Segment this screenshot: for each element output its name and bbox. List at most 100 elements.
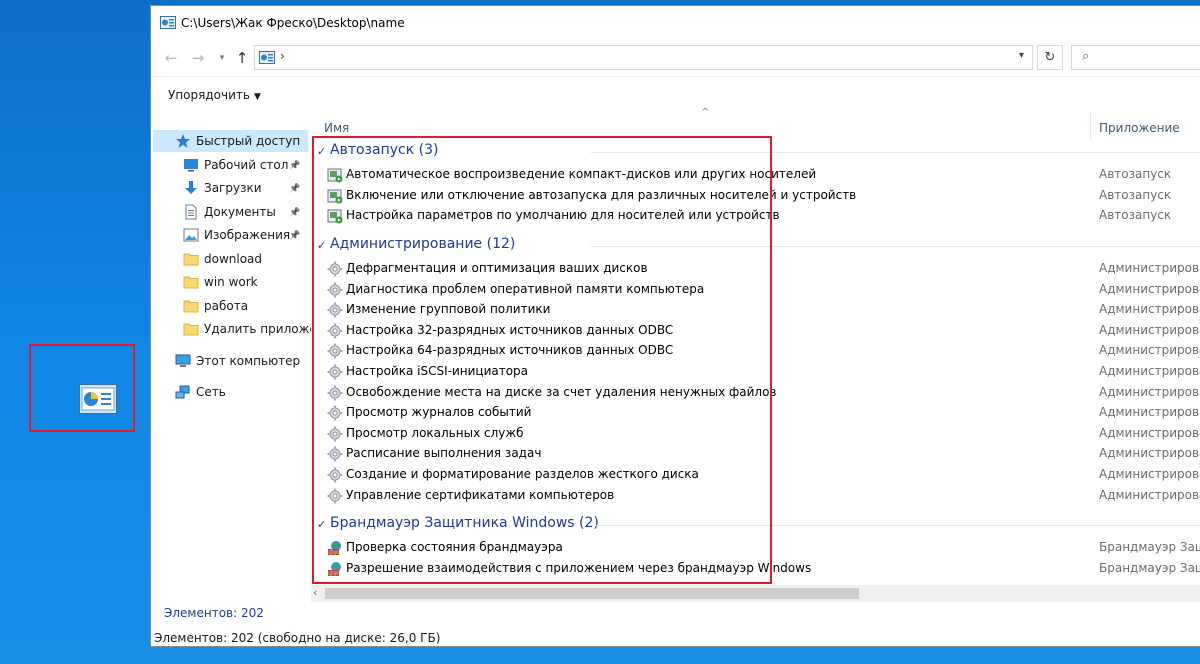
- nav-item-label: Сеть: [196, 385, 226, 399]
- group-header[interactable]: ✓ Администрирование (12): [311, 235, 1200, 259]
- status-text: Элементов: 202 (свободно на диске: 26,0 …: [154, 631, 441, 645]
- list-item[interactable]: Включение или отключение автозапуска для…: [311, 186, 1200, 206]
- nav-item[interactable]: download: [151, 248, 311, 270]
- desktop-icon: [183, 157, 199, 173]
- address-bar[interactable]: › ▾: [254, 45, 1033, 70]
- item-app: Автозапуск: [1099, 187, 1172, 202]
- organize-button[interactable]: Упорядочить ▼: [168, 88, 261, 102]
- column-divider[interactable]: [1090, 113, 1091, 139]
- nav-item[interactable]: Документы 📌: [151, 201, 311, 223]
- column-headers: ^ Имя Приложение: [311, 107, 1200, 140]
- admin-tools-icon: [327, 282, 343, 298]
- pin-icon[interactable]: 📌: [289, 202, 300, 223]
- admin-tools-icon: [327, 261, 343, 277]
- column-header-name[interactable]: Имя: [324, 121, 349, 135]
- item-name: Настройка 64-разрядных источников данных…: [346, 343, 674, 358]
- recent-chevron-icon[interactable]: ▾: [213, 49, 231, 67]
- item-name: Просмотр локальных служб: [346, 425, 524, 440]
- list-item[interactable]: Освобождение места на диске за счет удал…: [311, 383, 1200, 403]
- scrollbar-thumb[interactable]: [325, 588, 859, 599]
- pin-icon[interactable]: 📌: [289, 178, 300, 199]
- refresh-button[interactable]: ↻: [1037, 45, 1063, 70]
- item-app: Автозапуск: [1099, 167, 1172, 181]
- item-name: Настройка 32-разрядных источников данных…: [346, 322, 674, 337]
- folder-icon: [183, 321, 199, 337]
- list-item[interactable]: Просмотр локальных служб Администрировани…: [311, 424, 1200, 444]
- scroll-left-icon[interactable]: ‹: [313, 586, 317, 599]
- list-item[interactable]: Дефрагментация и оптимизация ваших диско…: [311, 259, 1200, 279]
- list-item[interactable]: Настройка параметров по умолчанию для но…: [311, 206, 1200, 226]
- list-item[interactable]: Настройка iSCSI-инициатора Администрирова…: [311, 362, 1200, 382]
- back-arrow-icon[interactable]: ←: [162, 49, 180, 67]
- admin-tools-icon: [327, 467, 343, 483]
- god-mode-folder-icon[interactable]: [79, 384, 117, 414]
- list-item[interactable]: Диагностика проблем оперативной памяти к…: [311, 280, 1200, 300]
- list-item[interactable]: Разрешение взаимодействия с приложением …: [311, 559, 1200, 579]
- item-name: Разрешение взаимодействия с приложением …: [346, 560, 812, 575]
- item-name: Управление сертификатами компьютеров: [346, 487, 615, 502]
- address-dropdown-icon[interactable]: ▾: [1019, 50, 1024, 61]
- group-divider: [591, 525, 1200, 526]
- chevron-down-icon: ▼: [253, 92, 261, 102]
- list-item[interactable]: Автоматическое воспроизведение компакт-д…: [311, 165, 1200, 185]
- search-icon: ⌕: [1082, 49, 1090, 64]
- item-name: Просмотр журналов событий: [346, 405, 532, 420]
- item-app: Администрирование: [1099, 261, 1200, 275]
- item-count: Элементов: 202: [164, 606, 264, 620]
- nav-item-label: Этот компьютер: [196, 354, 301, 368]
- item-name: Автоматическое воспроизведение компакт-д…: [346, 167, 817, 181]
- status-bar: Элементов: 202 (свободно на диске: 26,0 …: [151, 628, 1200, 646]
- nav-item[interactable]: Загрузки 📌: [151, 177, 311, 199]
- group-header[interactable]: ✓ Брандмауэр Защитника Windows (2): [311, 514, 1200, 538]
- nav-item[interactable]: Этот компьютер: [151, 350, 311, 372]
- group-header[interactable]: ✓ Автозапуск (3): [311, 141, 1200, 165]
- nav-item[interactable]: Быстрый доступ: [153, 130, 308, 152]
- window-title: C:\Users\Жак Фреско\Desktop\name: [181, 16, 405, 30]
- list-item[interactable]: Просмотр журналов событий Администрирован…: [311, 403, 1200, 423]
- list-item[interactable]: Проверка состояния брандмауэра Брандмауэр…: [311, 538, 1200, 558]
- item-name: Настройка параметров по умолчанию для но…: [346, 208, 780, 223]
- nav-item[interactable]: Изображения 📌: [151, 224, 311, 246]
- search-input[interactable]: ⌕: [1071, 45, 1200, 70]
- chevron-down-icon[interactable]: ✓: [317, 518, 326, 531]
- folder-icon: [183, 251, 199, 267]
- document-icon: [183, 204, 199, 220]
- list-item[interactable]: Изменение групповой политики Администриро…: [311, 300, 1200, 320]
- pin-icon[interactable]: 📌: [289, 225, 300, 246]
- item-app: Администрирование: [1099, 425, 1200, 440]
- chevron-down-icon[interactable]: ✓: [317, 145, 326, 158]
- column-header-app[interactable]: Приложение: [1099, 121, 1180, 135]
- group-title: Брандмауэр Защитника Windows (2): [330, 515, 599, 531]
- nav-item[interactable]: Рабочий стол 📌: [151, 154, 311, 176]
- nav-item[interactable]: работа: [151, 295, 311, 317]
- nav-item[interactable]: Удалить приложен: [151, 318, 311, 340]
- network-icon: [175, 384, 191, 400]
- list-item[interactable]: Настройка 32-разрядных источников данных…: [311, 321, 1200, 341]
- admin-tools-icon: [327, 364, 343, 380]
- list-item[interactable]: Расписание выполнения задач Администриров…: [311, 444, 1200, 464]
- admin-tools-icon: [327, 446, 343, 462]
- address-chevron-icon[interactable]: ›: [280, 49, 285, 63]
- pin-icon[interactable]: 📌: [289, 155, 300, 176]
- nav-item-label: Документы: [204, 205, 276, 219]
- nav-item-label: win work: [204, 275, 258, 289]
- list-item[interactable]: Управление сертификатами компьютеров Адми…: [311, 486, 1200, 506]
- item-app: Администрирование: [1099, 281, 1200, 296]
- nav-item[interactable]: Сеть: [151, 381, 311, 403]
- up-arrow-icon[interactable]: ↑: [233, 49, 251, 67]
- command-bar: Упорядочить ▼: [151, 76, 1200, 113]
- nav-item[interactable]: win work: [151, 271, 311, 293]
- forward-arrow-icon[interactable]: →: [189, 49, 207, 67]
- computer-icon: [175, 353, 191, 369]
- nav-item-label: Быстрый доступ: [196, 134, 301, 148]
- pictures-icon: [183, 227, 199, 243]
- item-app: Брандмауэр Защит: [1099, 540, 1200, 554]
- chevron-down-icon[interactable]: ✓: [317, 239, 326, 252]
- item-name: Расписание выполнения задач: [346, 446, 542, 461]
- list-item[interactable]: Создание и форматирование разделов жестк…: [311, 465, 1200, 485]
- list-item[interactable]: Настройка 64-разрядных источников данных…: [311, 341, 1200, 361]
- horizontal-scrollbar[interactable]: ‹: [311, 585, 1200, 602]
- control-panel-icon: [259, 51, 275, 64]
- admin-tools-icon: [327, 343, 343, 359]
- item-app: Администрирование: [1099, 487, 1200, 502]
